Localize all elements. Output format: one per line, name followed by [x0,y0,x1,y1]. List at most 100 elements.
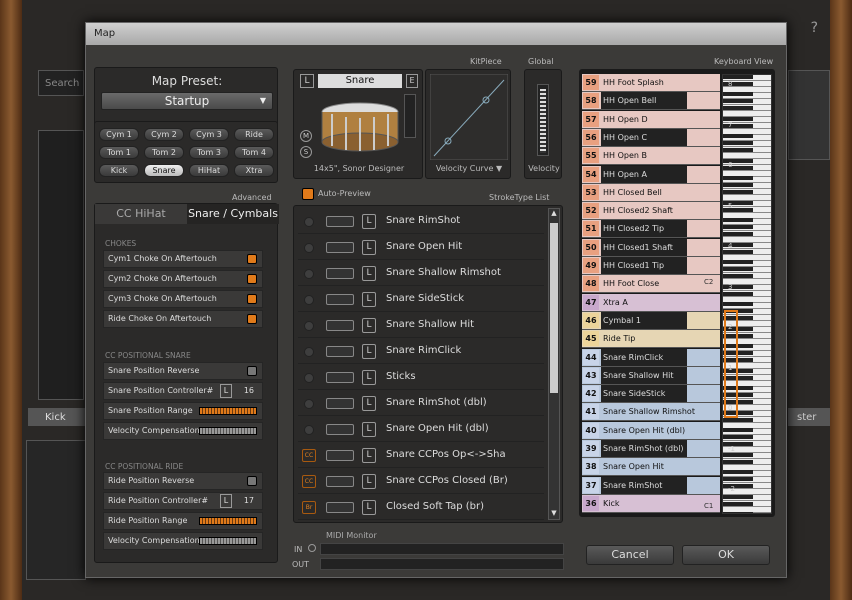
stroketype-row[interactable]: L Snare SideStick [298,288,544,312]
stroke-toggle[interactable] [326,372,354,383]
choke-option[interactable]: Cym2 Choke On Aftertouch [103,270,263,288]
auto-preview-checkbox[interactable] [302,188,314,200]
stroke-toggle[interactable] [326,398,354,409]
stroketype-row[interactable]: L Snare RimClick [298,340,544,364]
stroke-toggle[interactable] [326,502,354,513]
keymap-row[interactable]: 50 HH Closed1 Shaft [582,238,720,257]
checkbox[interactable] [247,366,257,376]
preview-led[interactable] [304,321,314,331]
kit-button-tom2[interactable]: Tom 2 [144,146,184,159]
stroke-toggle[interactable] [326,424,354,435]
kit-button-ride[interactable]: Ride [234,128,274,141]
controller-value[interactable]: 17 [244,493,254,509]
kit-button-tom3[interactable]: Tom 3 [189,146,229,159]
stroke-toggle[interactable] [326,268,354,279]
stroketype-row[interactable]: CC L Snare CCPos Closed (Br) [298,470,544,494]
range-slider[interactable] [199,517,257,525]
keymap-row[interactable]: 59 HH Foot Splash [582,74,720,92]
checkbox[interactable] [247,314,257,324]
learn-button[interactable]: L [300,74,314,88]
learn-button[interactable]: L [362,396,376,411]
kit-button-kick[interactable]: Kick [99,164,139,177]
ride-position-reverse[interactable]: Ride Position Reverse [103,472,263,490]
learn-button[interactable]: L [362,370,376,385]
ride-position-controller[interactable]: Ride Position Controller# L 17 [103,492,263,510]
keymap-row[interactable]: 38 Snare Open Hit [582,458,720,477]
learn-button[interactable]: L [362,318,376,333]
keymap-row[interactable]: 56 HH Open C [582,128,720,147]
edit-button[interactable]: E [406,74,418,88]
tab-snare-cymbals[interactable]: Snare / Cymbals [187,204,279,224]
keymap-row[interactable]: 46 Cymbal 1 [582,311,720,330]
keymap-row[interactable]: 49 HH Closed1 Tip [582,257,720,275]
learn-button[interactable]: L [362,422,376,437]
snare-position-controller[interactable]: Snare Position Controller# L 16 [103,382,263,400]
preview-led[interactable] [304,243,314,253]
stroke-toggle[interactable] [326,346,354,357]
preview-led[interactable] [304,347,314,357]
chevron-up-icon[interactable]: ▲ [549,209,559,219]
tab-cc-hihat[interactable]: CC HiHat [95,204,187,224]
stroketype-row[interactable]: L Snare RimShot [298,210,544,234]
stroke-toggle[interactable] [326,476,354,487]
preview-led[interactable] [304,399,314,409]
stroketype-row[interactable]: Br L Closed Soft Tap (br) [298,496,544,520]
keymap-row[interactable]: 52 HH Closed2 Shaft [582,202,720,221]
preview-led[interactable] [304,217,314,227]
stroketype-row[interactable]: L Snare RimShot (dbl) [298,392,544,416]
stroke-toggle[interactable] [326,450,354,461]
keymap-row[interactable]: 45 Ride Tip [582,330,720,349]
choke-option[interactable]: Cym1 Choke On Aftertouch [103,250,263,268]
velocity-curve-graph[interactable] [430,74,508,160]
learn-button[interactable]: L [362,240,376,255]
scrollbar-thumb[interactable] [550,223,558,393]
keymap-row[interactable]: 53 HH Closed Bell [582,183,720,202]
kit-button-tom4[interactable]: Tom 4 [234,146,274,159]
keymap-row[interactable]: 42 Snare SideStick [582,385,720,404]
stroketype-row[interactable]: L Snare Open Hit [298,236,544,260]
snare-position-reverse[interactable]: Snare Position Reverse [103,362,263,380]
help-icon[interactable]: ? [788,20,818,40]
keymap-row[interactable]: 51 HH Closed2 Tip [582,220,720,239]
choke-option[interactable]: Cym3 Choke On Aftertouch [103,290,263,308]
kit-button-tom1[interactable]: Tom 1 [99,146,139,159]
checkbox[interactable] [247,274,257,284]
keymap-row[interactable]: 41 Snare Shallow Rimshot [582,403,720,422]
keymap-row[interactable]: 39 Snare RimShot (dbl) [582,440,720,458]
ride-position-range[interactable]: Ride Position Range [103,512,263,530]
stroke-toggle[interactable] [326,216,354,227]
preview-led[interactable] [304,425,314,435]
solo-button[interactable]: S [300,146,312,158]
keymap-row[interactable]: 47 Xtra A [582,293,720,312]
stroketype-row[interactable]: L Snare Open Hit (dbl) [298,418,544,442]
learn-button[interactable]: L [220,494,232,508]
checkbox[interactable] [247,254,257,264]
keymap-row[interactable]: 44 Snare RimClick [582,348,720,367]
chevron-down-icon[interactable]: ▼ [549,509,559,519]
keymap-row[interactable]: 54 HH Open A [582,165,720,184]
range-slider[interactable] [199,407,257,415]
stroke-toggle[interactable] [326,242,354,253]
learn-button[interactable]: L [362,214,376,229]
keymap-row[interactable]: 40 Snare Open Hit (dbl) [582,421,720,440]
preview-led[interactable] [304,269,314,279]
velocity-slider[interactable] [199,537,257,545]
stroketype-row[interactable]: L Snare Shallow Hit [298,314,544,338]
controller-value[interactable]: 16 [244,383,254,399]
kit-button-xtra[interactable]: Xtra [234,164,274,177]
velocity-curve-dropdown[interactable]: Velocity Curve ▼ [430,164,508,173]
kit-button-snare[interactable]: Snare [144,164,184,177]
preset-dropdown[interactable]: Startup ▼ [101,92,273,110]
snare-velocity-compensation[interactable]: Velocity Compensation [103,422,263,440]
keyboard-range-indicator[interactable] [724,310,738,418]
learn-button[interactable]: L [362,292,376,307]
kit-button-cym3[interactable]: Cym 3 [189,128,229,141]
keymap-row[interactable]: 48 HH Foot Close [582,275,720,294]
keymap-row[interactable]: 43 Snare Shallow Hit [582,366,720,385]
keymap-row[interactable]: 36 Kick [582,494,720,513]
stroke-toggle[interactable] [326,320,354,331]
kit-button-cym2[interactable]: Cym 2 [144,128,184,141]
learn-button[interactable]: L [362,500,376,515]
learn-button[interactable]: L [220,384,232,398]
stroketype-row[interactable]: CC L Snare CCPos Op<->Sha [298,444,544,468]
